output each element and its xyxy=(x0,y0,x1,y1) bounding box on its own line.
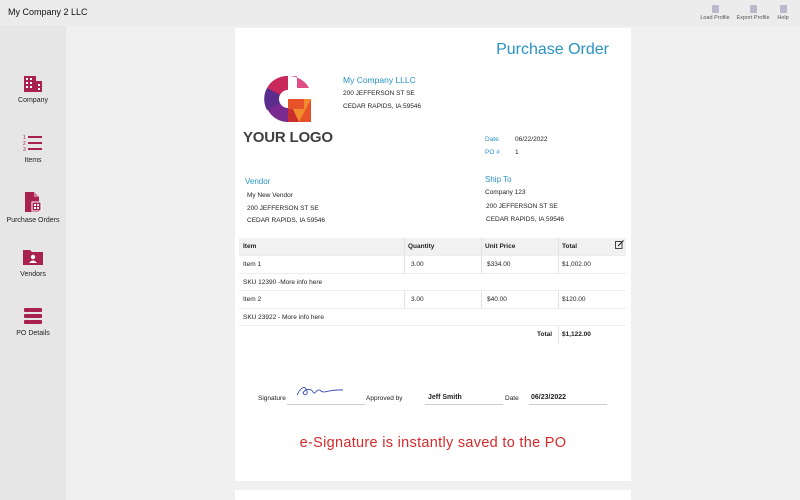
item-detail: SKU 12390 -More info here xyxy=(243,278,323,286)
item-total: $120.00 xyxy=(562,296,586,303)
purchase-order-document: Purchase Order YOUR LOGO My Company LLLC… xyxy=(235,28,631,481)
export-profile-button[interactable]: Export Profile xyxy=(736,5,770,21)
ship-to-address-line1: 200 JEFFERSON ST SE xyxy=(486,203,558,210)
sidebar-item-label: Purchase Orders xyxy=(6,217,60,224)
help-button[interactable]: Help xyxy=(775,5,791,21)
export-profile-icon xyxy=(749,5,757,13)
vendor-address-line2: CEDAR RAPIDS, IA 59546 xyxy=(247,217,326,224)
po-details-icon xyxy=(24,308,42,324)
load-profile-icon xyxy=(711,5,719,13)
table-row[interactable]: Item 2 3.00 $40.00 $120.00 xyxy=(239,291,626,309)
sidebar: Company 123 Items Purchase Orders Vendor… xyxy=(0,26,66,500)
document-title: Purchase Order xyxy=(496,41,609,58)
company-address-line1: 200 JEFFERSON ST SE xyxy=(343,90,415,97)
header-item: Item xyxy=(243,243,257,250)
company-name: My Company LLLC xyxy=(343,75,416,85)
item-total: $1,002.00 xyxy=(562,261,591,268)
header-quantity: Quantity xyxy=(408,243,435,250)
ship-to-heading: Ship To xyxy=(485,175,512,184)
next-document-page xyxy=(235,490,631,500)
promo-caption: e-Signature is instantly saved to the PO xyxy=(299,435,567,451)
grand-total-value: $1,122.00 xyxy=(562,331,591,338)
item-quantity: 3.00 xyxy=(411,296,424,303)
table-row[interactable]: Item 1 3.00 $334.00 $1,002.00 xyxy=(239,256,626,274)
sidebar-item-label: Vendors xyxy=(20,271,46,278)
column-divider xyxy=(558,326,559,344)
table-row-detail: SKU 23922 - More info here xyxy=(239,309,626,326)
column-divider xyxy=(404,238,405,255)
help-icon xyxy=(779,5,787,13)
app-title: My Company 2 LLC xyxy=(8,7,88,17)
column-divider xyxy=(558,256,559,273)
vendor-name: My New Vendor xyxy=(247,192,293,199)
vendor-address-line1: 200 JEFFERSON ST SE xyxy=(247,205,319,212)
sidebar-item-label: Items xyxy=(24,157,42,164)
help-label: Help xyxy=(777,15,789,21)
item-name: Item 1 xyxy=(243,261,262,268)
company-logo: YOUR LOGO xyxy=(243,74,355,148)
po-date-value: 06/22/2022 xyxy=(515,136,548,143)
document-icon xyxy=(25,192,42,212)
item-unit-price: $40.00 xyxy=(487,296,507,303)
header-total: Total xyxy=(562,243,578,250)
ship-to-name: Company 123 xyxy=(485,189,526,196)
load-profile-button[interactable]: Load Profile xyxy=(699,5,731,21)
column-divider xyxy=(558,291,559,308)
sidebar-item-items[interactable]: 123 Items xyxy=(0,134,66,164)
column-divider xyxy=(558,238,559,255)
title-bar: My Company 2 LLC Load Profile Export Pro… xyxy=(0,0,800,26)
column-divider xyxy=(481,291,482,308)
sidebar-item-label: Company xyxy=(18,97,48,104)
company-address-line2: CEDAR RAPIDS, IA 59546 xyxy=(343,103,422,110)
item-quantity: 3.00 xyxy=(411,261,424,268)
table-total-row: Total $1,122.00 xyxy=(239,326,626,344)
vendor-heading: Vendor xyxy=(245,177,271,186)
po-number-label: PO # xyxy=(485,149,500,156)
table-header-row: Item Quantity Unit Price Total xyxy=(239,238,626,256)
handwritten-signature[interactable] xyxy=(295,383,345,399)
column-divider xyxy=(481,238,482,255)
signature-line xyxy=(287,404,365,405)
column-divider xyxy=(404,291,405,308)
edit-icon[interactable] xyxy=(615,240,624,249)
sidebar-item-vendors[interactable]: Vendors xyxy=(0,248,66,278)
approved-by-value[interactable]: Jeff Smith xyxy=(428,394,462,401)
column-divider xyxy=(404,256,405,273)
sidebar-item-purchase-orders[interactable]: Purchase Orders xyxy=(0,192,66,224)
signature-date-label: Date xyxy=(505,395,519,402)
approved-by-line xyxy=(425,404,503,405)
column-divider xyxy=(481,256,482,273)
company-building-icon xyxy=(24,76,42,92)
signature-label: Signature xyxy=(258,395,286,402)
signature-date-line xyxy=(529,404,607,405)
item-detail: SKU 23922 - More info here xyxy=(243,313,324,321)
item-unit-price: $334.00 xyxy=(487,261,511,268)
item-name: Item 2 xyxy=(243,296,262,303)
approved-by-label: Approved by xyxy=(366,395,403,402)
grand-total-label: Total xyxy=(537,331,553,338)
logo-text: YOUR LOGO xyxy=(243,129,333,146)
logo-mark-icon xyxy=(264,75,311,122)
sidebar-item-company[interactable]: Company xyxy=(0,74,66,104)
po-date-label: Date xyxy=(485,136,499,143)
sidebar-item-label: PO Details xyxy=(16,330,50,337)
line-items-table: Item Quantity Unit Price Total Item 1 3.… xyxy=(239,238,626,344)
numbered-list-icon: 123 xyxy=(23,135,42,152)
vendor-folder-icon xyxy=(23,250,43,265)
table-row-detail: SKU 12390 -More info here xyxy=(239,274,626,291)
export-profile-label: Export Profile xyxy=(736,15,770,21)
po-number-value: 1 xyxy=(515,149,519,156)
sidebar-item-po-details[interactable]: PO Details xyxy=(0,307,66,337)
svg-text:3: 3 xyxy=(23,147,26,152)
ship-to-address-line2: CEDAR RAPIDS, IA 59546 xyxy=(486,216,565,223)
signature-date-value[interactable]: 06/23/2022 xyxy=(531,394,566,401)
load-profile-label: Load Profile xyxy=(700,15,730,21)
header-unit-price: Unit Price xyxy=(485,243,516,250)
